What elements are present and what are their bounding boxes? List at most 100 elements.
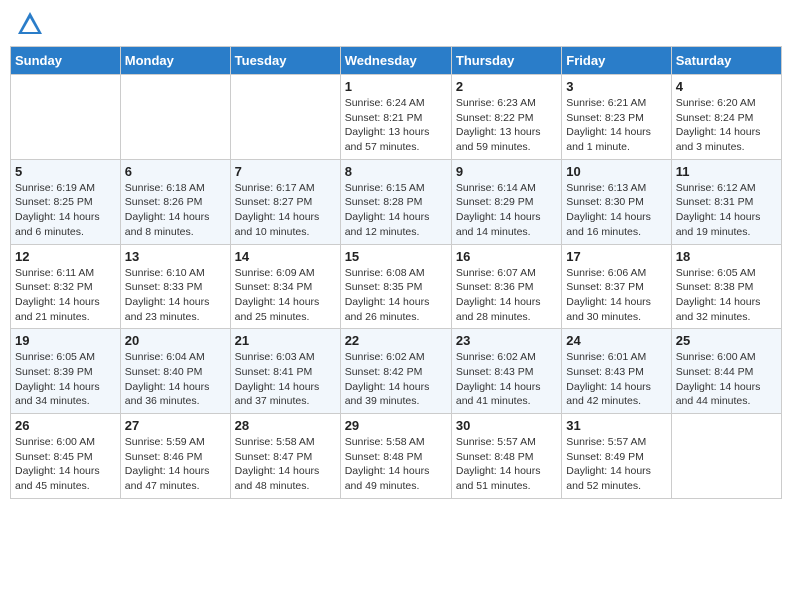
calendar-cell: 18 Sunrise: 6:05 AMSunset: 8:38 PMDayligh… bbox=[671, 244, 781, 329]
day-info: Sunrise: 6:20 AMSunset: 8:24 PMDaylight:… bbox=[676, 96, 777, 155]
day-number: 31 bbox=[566, 418, 666, 433]
day-info: Sunrise: 5:57 AMSunset: 8:48 PMDaylight:… bbox=[456, 435, 557, 494]
day-info: Sunrise: 6:00 AMSunset: 8:44 PMDaylight:… bbox=[676, 350, 777, 409]
day-number: 6 bbox=[125, 164, 226, 179]
calendar-cell: 31Sunrise: 5:57 AMSunset: 8:49 PMDayligh… bbox=[562, 414, 671, 499]
calendar-cell: 10 Sunrise: 6:13 AMSunset: 8:30 PMDayligh… bbox=[562, 159, 671, 244]
day-number: 3 bbox=[566, 79, 666, 94]
day-info: Sunrise: 6:02 AMSunset: 8:43 PMDaylight:… bbox=[456, 350, 557, 409]
calendar-cell bbox=[120, 75, 230, 160]
calendar-cell: 3 Sunrise: 6:21 AMSunset: 8:23 PMDaylight… bbox=[562, 75, 671, 160]
weekday-header-tuesday: Tuesday bbox=[230, 47, 340, 75]
day-number: 25 bbox=[676, 333, 777, 348]
calendar-week-5: 26 Sunrise: 6:00 AMSunset: 8:45 PMDayligh… bbox=[11, 414, 782, 499]
page-header bbox=[10, 10, 782, 38]
calendar-cell: 19 Sunrise: 6:05 AMSunset: 8:39 PMDayligh… bbox=[11, 329, 121, 414]
calendar-week-3: 12 Sunrise: 6:11 AMSunset: 8:32 PMDayligh… bbox=[11, 244, 782, 329]
calendar-cell: 16 Sunrise: 6:07 AMSunset: 8:36 PMDayligh… bbox=[451, 244, 561, 329]
weekday-header-row: SundayMondayTuesdayWednesdayThursdayFrid… bbox=[11, 47, 782, 75]
calendar-cell: 15 Sunrise: 6:08 AMSunset: 8:35 PMDayligh… bbox=[340, 244, 451, 329]
day-number: 15 bbox=[345, 249, 447, 264]
day-number: 27 bbox=[125, 418, 226, 433]
weekday-header-monday: Monday bbox=[120, 47, 230, 75]
day-info: Sunrise: 5:58 AMSunset: 8:47 PMDaylight:… bbox=[235, 435, 336, 494]
day-number: 18 bbox=[676, 249, 777, 264]
calendar-cell: 30 Sunrise: 5:57 AMSunset: 8:48 PMDayligh… bbox=[451, 414, 561, 499]
day-info: Sunrise: 6:00 AMSunset: 8:45 PMDaylight:… bbox=[15, 435, 116, 494]
day-info: Sunrise: 6:13 AMSunset: 8:30 PMDaylight:… bbox=[566, 181, 666, 240]
day-number: 13 bbox=[125, 249, 226, 264]
day-info: Sunrise: 6:08 AMSunset: 8:35 PMDaylight:… bbox=[345, 266, 447, 325]
calendar-cell: 9 Sunrise: 6:14 AMSunset: 8:29 PMDaylight… bbox=[451, 159, 561, 244]
weekday-header-saturday: Saturday bbox=[671, 47, 781, 75]
calendar-cell: 22 Sunrise: 6:02 AMSunset: 8:42 PMDayligh… bbox=[340, 329, 451, 414]
calendar-cell: 14Sunrise: 6:09 AMSunset: 8:34 PMDayligh… bbox=[230, 244, 340, 329]
day-number: 28 bbox=[235, 418, 336, 433]
day-info: Sunrise: 6:12 AMSunset: 8:31 PMDaylight:… bbox=[676, 181, 777, 240]
day-number: 11 bbox=[676, 164, 777, 179]
calendar-cell: 25 Sunrise: 6:00 AMSunset: 8:44 PMDayligh… bbox=[671, 329, 781, 414]
calendar-cell: 20 Sunrise: 6:04 AMSunset: 8:40 PMDayligh… bbox=[120, 329, 230, 414]
day-number: 7 bbox=[235, 164, 336, 179]
calendar-cell bbox=[230, 75, 340, 160]
day-number: 14 bbox=[235, 249, 336, 264]
day-info: Sunrise: 6:07 AMSunset: 8:36 PMDaylight:… bbox=[456, 266, 557, 325]
day-info: Sunrise: 6:19 AMSunset: 8:25 PMDaylight:… bbox=[15, 181, 116, 240]
day-number: 26 bbox=[15, 418, 116, 433]
day-info: Sunrise: 6:14 AMSunset: 8:29 PMDaylight:… bbox=[456, 181, 557, 240]
day-info: Sunrise: 6:21 AMSunset: 8:23 PMDaylight:… bbox=[566, 96, 666, 155]
day-number: 22 bbox=[345, 333, 447, 348]
calendar-cell: 1Sunrise: 6:24 AMSunset: 8:21 PMDaylight… bbox=[340, 75, 451, 160]
day-info: Sunrise: 6:18 AMSunset: 8:26 PMDaylight:… bbox=[125, 181, 226, 240]
day-info: Sunrise: 6:03 AMSunset: 8:41 PMDaylight:… bbox=[235, 350, 336, 409]
day-number: 10 bbox=[566, 164, 666, 179]
day-number: 16 bbox=[456, 249, 557, 264]
calendar-cell: 29Sunrise: 5:58 AMSunset: 8:48 PMDayligh… bbox=[340, 414, 451, 499]
day-info: Sunrise: 6:01 AMSunset: 8:43 PMDaylight:… bbox=[566, 350, 666, 409]
calendar-cell: 6 Sunrise: 6:18 AMSunset: 8:26 PMDaylight… bbox=[120, 159, 230, 244]
day-number: 21 bbox=[235, 333, 336, 348]
calendar-cell: 24 Sunrise: 6:01 AMSunset: 8:43 PMDayligh… bbox=[562, 329, 671, 414]
day-info: Sunrise: 6:15 AMSunset: 8:28 PMDaylight:… bbox=[345, 181, 447, 240]
calendar-cell: 5 Sunrise: 6:19 AMSunset: 8:25 PMDaylight… bbox=[11, 159, 121, 244]
calendar-cell bbox=[671, 414, 781, 499]
day-info: Sunrise: 6:23 AMSunset: 8:22 PMDaylight:… bbox=[456, 96, 557, 155]
day-number: 9 bbox=[456, 164, 557, 179]
calendar-cell: 2 Sunrise: 6:23 AMSunset: 8:22 PMDaylight… bbox=[451, 75, 561, 160]
day-number: 19 bbox=[15, 333, 116, 348]
day-info: Sunrise: 6:11 AMSunset: 8:32 PMDaylight:… bbox=[15, 266, 116, 325]
day-info: Sunrise: 6:05 AMSunset: 8:38 PMDaylight:… bbox=[676, 266, 777, 325]
day-number: 30 bbox=[456, 418, 557, 433]
day-number: 23 bbox=[456, 333, 557, 348]
calendar-cell: 11 Sunrise: 6:12 AMSunset: 8:31 PMDayligh… bbox=[671, 159, 781, 244]
day-number: 17 bbox=[566, 249, 666, 264]
calendar-cell: 21 Sunrise: 6:03 AMSunset: 8:41 PMDayligh… bbox=[230, 329, 340, 414]
calendar-cell: 23 Sunrise: 6:02 AMSunset: 8:43 PMDayligh… bbox=[451, 329, 561, 414]
calendar-cell: 8 Sunrise: 6:15 AMSunset: 8:28 PMDaylight… bbox=[340, 159, 451, 244]
day-number: 4 bbox=[676, 79, 777, 94]
calendar-cell: 17Sunrise: 6:06 AMSunset: 8:37 PMDayligh… bbox=[562, 244, 671, 329]
day-info: Sunrise: 5:59 AMSunset: 8:46 PMDaylight:… bbox=[125, 435, 226, 494]
day-number: 24 bbox=[566, 333, 666, 348]
calendar-cell: 12 Sunrise: 6:11 AMSunset: 8:32 PMDayligh… bbox=[11, 244, 121, 329]
day-info: Sunrise: 6:04 AMSunset: 8:40 PMDaylight:… bbox=[125, 350, 226, 409]
day-info: Sunrise: 6:17 AMSunset: 8:27 PMDaylight:… bbox=[235, 181, 336, 240]
day-number: 20 bbox=[125, 333, 226, 348]
calendar-week-1: 1Sunrise: 6:24 AMSunset: 8:21 PMDaylight… bbox=[11, 75, 782, 160]
weekday-header-wednesday: Wednesday bbox=[340, 47, 451, 75]
day-number: 2 bbox=[456, 79, 557, 94]
day-info: Sunrise: 6:10 AMSunset: 8:33 PMDaylight:… bbox=[125, 266, 226, 325]
calendar-cell: 27 Sunrise: 5:59 AMSunset: 8:46 PMDayligh… bbox=[120, 414, 230, 499]
calendar-cell: 4 Sunrise: 6:20 AMSunset: 8:24 PMDaylight… bbox=[671, 75, 781, 160]
weekday-header-thursday: Thursday bbox=[451, 47, 561, 75]
calendar-cell bbox=[11, 75, 121, 160]
day-info: Sunrise: 6:05 AMSunset: 8:39 PMDaylight:… bbox=[15, 350, 116, 409]
logo bbox=[14, 10, 44, 38]
day-info: Sunrise: 6:02 AMSunset: 8:42 PMDaylight:… bbox=[345, 350, 447, 409]
day-number: 12 bbox=[15, 249, 116, 264]
day-number: 8 bbox=[345, 164, 447, 179]
calendar-cell: 7 Sunrise: 6:17 AMSunset: 8:27 PMDaylight… bbox=[230, 159, 340, 244]
calendar-table: SundayMondayTuesdayWednesdayThursdayFrid… bbox=[10, 46, 782, 499]
day-number: 5 bbox=[15, 164, 116, 179]
calendar-cell: 28 Sunrise: 5:58 AMSunset: 8:47 PMDayligh… bbox=[230, 414, 340, 499]
